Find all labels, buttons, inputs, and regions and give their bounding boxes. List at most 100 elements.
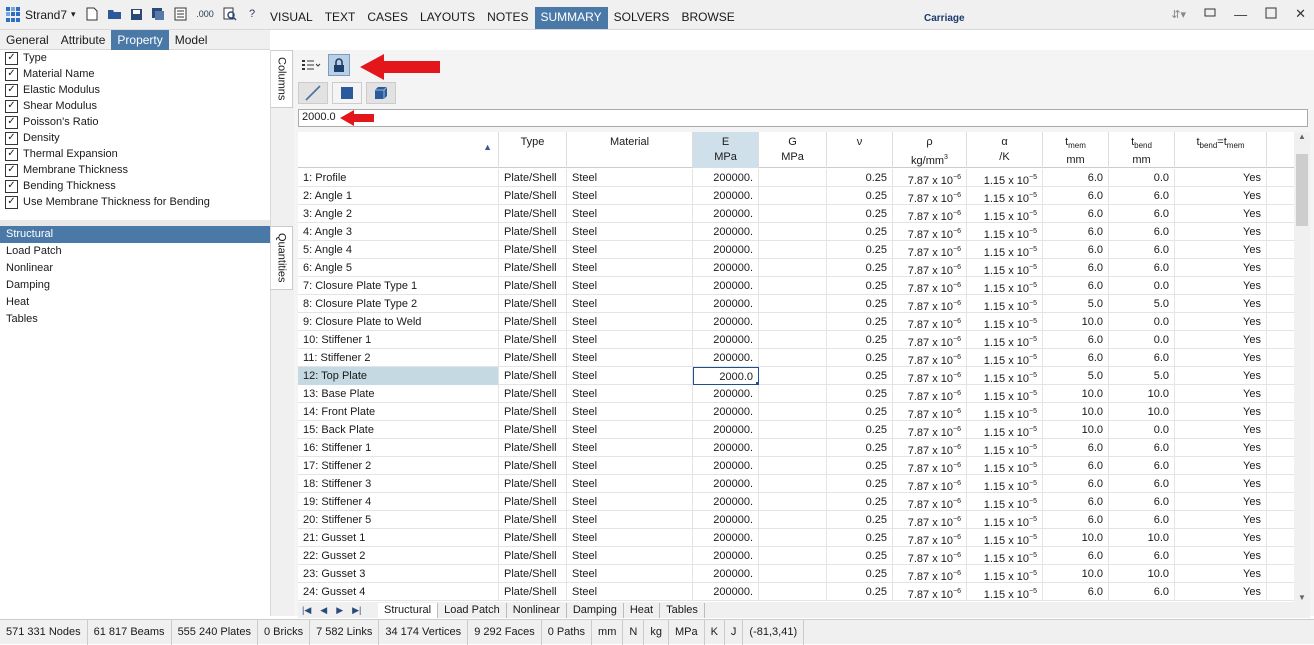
cell-nu[interactable]: 0.25 [827,205,893,223]
cell-rho[interactable]: 7.87 x 10−6 [893,493,967,511]
cell-use-membrane[interactable]: Yes [1175,241,1267,259]
cell-type[interactable]: Plate/Shell [499,565,567,583]
notes-icon[interactable] [172,6,188,22]
sheet-tab-tables[interactable]: Tables [660,602,705,618]
cell-tmem[interactable]: 5.0 [1043,367,1109,385]
cell-nu[interactable]: 0.25 [827,547,893,565]
cell-use-membrane[interactable]: Yes [1175,259,1267,277]
checkbox-checked-icon[interactable]: ✓ [5,163,18,177]
cell-nu[interactable]: 0.25 [827,259,893,277]
cell-tbend[interactable]: 0.0 [1109,313,1175,331]
cell-nu[interactable]: 0.25 [827,439,893,457]
cell-e[interactable]: 200000. [693,565,759,583]
cell-material[interactable]: Steel [567,187,693,205]
cell-tmem[interactable]: 6.0 [1043,205,1109,223]
brick-entity-icon[interactable] [366,82,396,104]
cell-alpha[interactable]: 1.15 x 10−5 [967,277,1043,295]
cell-tmem[interactable]: 6.0 [1043,547,1109,565]
checkbox-checked-icon[interactable]: ✓ [5,99,18,113]
cell-nu[interactable]: 0.25 [827,367,893,385]
next-sheet-icon[interactable]: ▶ [336,605,343,616]
tab-columns[interactable]: Columns [271,50,293,108]
cell-e[interactable]: 200000. [693,421,759,439]
table-row[interactable]: 1: Profile Plate/Shell Steel 200000. 0.25 7.8… [298,169,1294,187]
cell-g[interactable] [759,421,827,439]
cell-nu[interactable]: 0.25 [827,187,893,205]
cell-name[interactable]: 9: Closure Plate to Weld [298,313,499,331]
table-row[interactable]: 22: Gusset 2 Plate/Shell Steel 200000. 0.25 7… [298,547,1294,565]
cell-nu[interactable]: 0.25 [827,169,893,187]
cell-tbend[interactable]: 6.0 [1109,547,1175,565]
cell-rho[interactable]: 7.87 x 10−6 [893,367,967,385]
checkbox-checked-icon[interactable]: ✓ [5,51,18,65]
save-icon[interactable] [128,6,144,22]
cell-rho[interactable]: 7.87 x 10−6 [893,241,967,259]
cell-tbend[interactable]: 10.0 [1109,403,1175,421]
category-damping[interactable]: Damping [0,277,270,294]
cell-material[interactable]: Steel [567,169,693,187]
cell-use-membrane[interactable]: Yes [1175,529,1267,547]
cell-alpha[interactable]: 1.15 x 10−5 [967,205,1043,223]
table-row[interactable]: 16: Stiffener 1 Plate/Shell Steel 200000. 0.… [298,439,1294,457]
cell-tbend[interactable]: 6.0 [1109,475,1175,493]
cell-tbend[interactable]: 6.0 [1109,457,1175,475]
table-row[interactable]: 14: Front Plate Plate/Shell Steel 200000. 0.… [298,403,1294,421]
cell-nu[interactable]: 0.25 [827,241,893,259]
cell-nu[interactable]: 0.25 [827,349,893,367]
cell-use-membrane[interactable]: Yes [1175,277,1267,295]
cell-e[interactable]: 200000. [693,403,759,421]
cell-e[interactable]: 200000. [693,493,759,511]
cell-e[interactable]: 200000. [693,205,759,223]
cell-g[interactable] [759,385,827,403]
cell-name[interactable]: 20: Stiffener 5 [298,511,499,529]
column-toggle-bending-thickness[interactable]: ✓ Bending Thickness [0,178,270,194]
cell-name[interactable]: 12: Top Plate [298,367,499,385]
cell-type[interactable]: Plate/Shell [499,295,567,313]
tab-model[interactable]: Model [169,30,214,50]
cell-material[interactable]: Steel [567,367,693,385]
cell-tmem[interactable]: 6.0 [1043,187,1109,205]
cell-use-membrane[interactable]: Yes [1175,169,1267,187]
sheet-tab-nonlinear[interactable]: Nonlinear [507,602,567,618]
cell-e[interactable]: 200000. [693,547,759,565]
cell-name[interactable]: 24: Gusset 4 [298,583,499,601]
plate-entity-icon[interactable] [332,82,362,104]
cell-material[interactable]: Steel [567,313,693,331]
cell-e[interactable]: 200000. [693,187,759,205]
checkbox-checked-icon[interactable]: ✓ [5,179,18,193]
menu-solvers[interactable]: SOLVERS [608,7,676,29]
alpha-header[interactable]: α/K [967,132,1043,168]
cell-type[interactable]: Plate/Shell [499,349,567,367]
menu-browse[interactable]: BROWSE [675,7,740,29]
cell-alpha[interactable]: 1.15 x 10−5 [967,349,1043,367]
cell-tmem[interactable]: 6.0 [1043,439,1109,457]
cell-e[interactable]: 2000.0 [693,367,759,385]
cell-rho[interactable]: 7.87 x 10−6 [893,403,967,421]
checkbox-checked-icon[interactable]: ✓ [5,67,18,81]
table-row[interactable]: 5: Angle 4 Plate/Shell Steel 200000. 0.25 7.8… [298,241,1294,259]
cell-type[interactable]: Plate/Shell [499,547,567,565]
cell-rho[interactable]: 7.87 x 10−6 [893,187,967,205]
cell-tbend[interactable]: 5.0 [1109,295,1175,313]
table-row[interactable]: 10: Stiffener 1 Plate/Shell Steel 200000. 0.… [298,331,1294,349]
menu-layouts[interactable]: LAYOUTS [414,7,481,29]
nu-header[interactable]: ν [827,132,893,168]
cell-type[interactable]: Plate/Shell [499,205,567,223]
rho-header[interactable]: ρ kg/mm3 [893,132,967,168]
cell-tmem[interactable]: 6.0 [1043,493,1109,511]
sheet-tab-load-patch[interactable]: Load Patch [438,602,507,618]
cell-type[interactable]: Plate/Shell [499,583,567,601]
cell-nu[interactable]: 0.25 [827,475,893,493]
cell-use-membrane[interactable]: Yes [1175,367,1267,385]
column-toggle-membrane-thickness[interactable]: ✓ Membrane Thickness [0,162,270,178]
category-tables[interactable]: Tables [0,311,270,328]
cell-alpha[interactable]: 1.15 x 10−5 [967,547,1043,565]
cell-use-membrane[interactable]: Yes [1175,421,1267,439]
cell-tmem[interactable]: 10.0 [1043,403,1109,421]
cell-type[interactable]: Plate/Shell [499,367,567,385]
tab-attribute[interactable]: Attribute [55,30,112,50]
find-icon[interactable] [222,6,238,22]
column-toggle-thermal-expansion[interactable]: ✓ Thermal Expansion [0,146,270,162]
cell-material[interactable]: Steel [567,583,693,601]
tbend-header[interactable]: tbend mm [1109,132,1175,168]
